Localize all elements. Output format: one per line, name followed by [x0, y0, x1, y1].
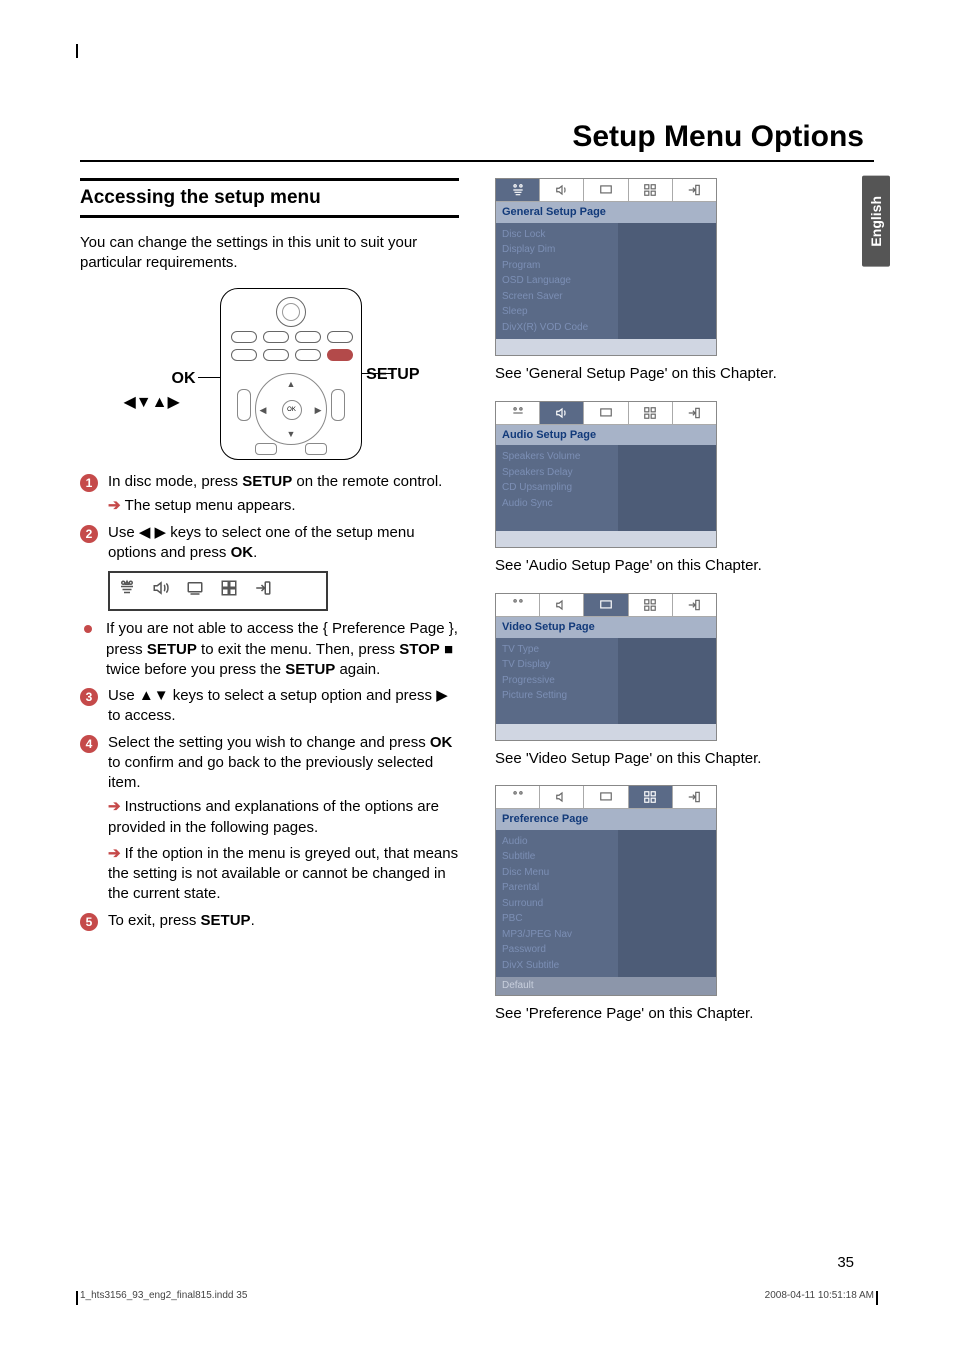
menu-status-bar: [496, 724, 716, 740]
menu-tab-video-icon: [584, 179, 628, 201]
menu-tab-pref-icon: [629, 786, 673, 808]
left-column: Accessing the setup menu You can change …: [80, 178, 459, 1040]
bullet-icon: [84, 625, 92, 633]
menu-tabs-illustration: [108, 571, 328, 611]
crop-mark: [876, 1291, 878, 1305]
right-column: General Setup Page Disc Lock Display Dim…: [495, 178, 874, 1040]
tab-icon: [186, 579, 204, 603]
menu-header: General Setup Page: [496, 202, 716, 223]
menu-status-bar: [496, 339, 716, 355]
page-title: Setup Menu Options: [80, 120, 874, 154]
step-number-icon: 4: [80, 735, 98, 753]
menu-header: Audio Setup Page: [496, 425, 716, 446]
menu-status-bar: [496, 531, 716, 547]
menu-tab-general-icon: [496, 179, 540, 201]
step-4-sub1: ➔Instructions and explanations of the op…: [108, 797, 459, 838]
intro-text: You can change the settings in this unit…: [80, 233, 459, 274]
menu-tab-audio-icon: [540, 594, 584, 616]
general-setup-menu: General Setup Page Disc Lock Display Dim…: [495, 178, 717, 356]
diagram-label-setup: SETUP: [366, 364, 419, 386]
menu-tab-pref-icon: [629, 594, 673, 616]
footer-right: 2008-04-11 10:51:18 AM: [765, 1290, 874, 1301]
menu-tab-video-icon: [584, 786, 628, 808]
menu-tab-general-icon: [496, 594, 540, 616]
menu-header: Video Setup Page: [496, 617, 716, 638]
menu-tab-audio-icon: [540, 402, 584, 424]
menu-status-bar: Default: [496, 977, 716, 995]
step-number-icon: 1: [80, 474, 98, 492]
step-number-icon: 3: [80, 688, 98, 706]
menu-tab-general-icon: [496, 402, 540, 424]
menu-tab-audio-icon: [540, 786, 584, 808]
menu-tab-exit-icon: [673, 402, 716, 424]
step-number-icon: 2: [80, 525, 98, 543]
preference-menu: Preference Page Audio Subtitle Disc Menu…: [495, 785, 717, 996]
audio-setup-menu: Audio Setup Page Speakers Volume Speaker…: [495, 401, 717, 549]
tab-icon: [220, 579, 238, 603]
step-1: 1 In disc mode, press SETUP on the remot…: [80, 472, 459, 492]
menu-tab-general-icon: [496, 786, 540, 808]
arrow-icon: ➔: [108, 845, 121, 862]
footer-left: 1_hts3156_93_eng2_final815.indd 35: [80, 1290, 247, 1301]
section-heading: Accessing the setup menu: [80, 178, 459, 218]
pref-caption: See 'Preference Page' on this Chapter.: [495, 1004, 874, 1024]
crop-mark: [76, 1291, 78, 1305]
step-2: 2 Use ◀ ▶ keys to select one of the setu…: [80, 523, 459, 564]
step-3: 3 Use ▲▼ keys to select a setup option a…: [80, 686, 459, 727]
menu-tab-video-icon: [584, 402, 628, 424]
remote-diagram: OK ◀▼▲▶ SETUP OK ▲▼◀▶: [150, 288, 390, 458]
arrow-icon: ➔: [108, 798, 121, 815]
arrow-icon: ➔: [108, 497, 121, 514]
title-rule: [80, 160, 874, 162]
video-caption: See 'Video Setup Page' on this Chapter.: [495, 749, 874, 769]
menu-header: Preference Page: [496, 809, 716, 830]
video-setup-menu: Video Setup Page TV Type TV Display Prog…: [495, 593, 717, 741]
menu-tab-exit-icon: [673, 179, 716, 201]
tab-icon: [254, 579, 272, 603]
step-4-sub2: ➔If the option in the menu is greyed out…: [108, 844, 459, 905]
step-4: 4 Select the setting you wish to change …: [80, 733, 459, 794]
audio-caption: See 'Audio Setup Page' on this Chapter.: [495, 556, 874, 576]
menu-tab-exit-icon: [673, 594, 716, 616]
bullet-note: If you are not able to access the { Pref…: [80, 619, 459, 680]
language-tab: English: [862, 176, 890, 267]
menu-tab-video-icon: [584, 594, 628, 616]
tab-icon: [118, 579, 136, 603]
diagram-label-ok: OK: [172, 368, 196, 390]
step-number-icon: 5: [80, 913, 98, 931]
crop-mark: [76, 44, 92, 58]
menu-tab-pref-icon: [629, 402, 673, 424]
general-caption: See 'General Setup Page' on this Chapter…: [495, 364, 874, 384]
page-number: 35: [837, 1254, 854, 1271]
menu-tab-exit-icon: [673, 786, 716, 808]
step-1-sub: ➔The setup menu appears.: [108, 496, 459, 516]
menu-tab-audio-icon: [540, 179, 584, 201]
step-5: 5 To exit, press SETUP.: [80, 911, 459, 931]
diagram-label-arrows: ◀▼▲▶: [124, 392, 180, 414]
menu-tab-pref-icon: [629, 179, 673, 201]
tab-icon: [152, 579, 170, 603]
